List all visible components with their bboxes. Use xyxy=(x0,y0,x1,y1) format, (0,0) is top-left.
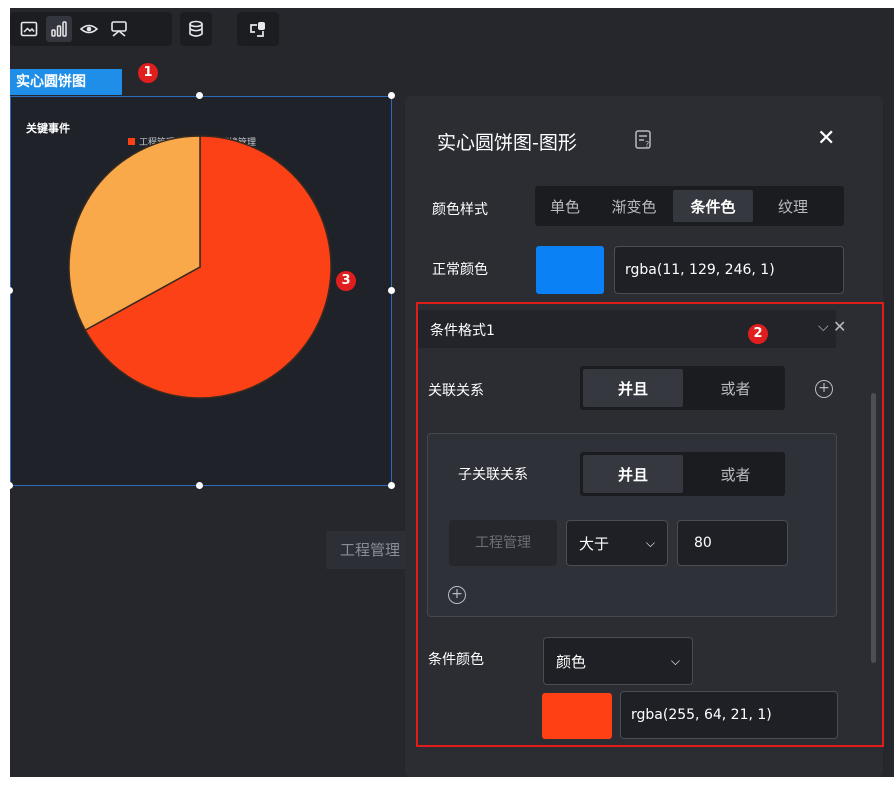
resize-handle[interactable] xyxy=(196,92,203,99)
normal-color-label: 正常颜色 xyxy=(432,262,488,278)
normal-color-input[interactable]: rgba(11, 129, 246, 1) xyxy=(614,246,844,294)
close-panel-icon[interactable]: ✕ xyxy=(817,126,835,151)
svg-text:?: ? xyxy=(645,140,649,149)
annotation-marker-3: 3 xyxy=(336,271,356,291)
color-style-segmented[interactable]: 单色 渐变色 条件色 纹理 xyxy=(535,186,844,226)
pie-chart xyxy=(68,135,332,399)
bar-chart-icon[interactable] xyxy=(46,16,72,42)
eye-icon[interactable] xyxy=(76,16,102,42)
component-name-tag[interactable]: 实心圆饼图 xyxy=(10,69,122,95)
normal-color-swatch[interactable] xyxy=(536,246,604,294)
pie-chart-component[interactable]: 关键事件 工程管理 环境管理 xyxy=(10,96,392,486)
toolbar-group-data xyxy=(180,12,212,46)
resize-handle[interactable] xyxy=(388,287,395,294)
database-icon[interactable] xyxy=(183,16,209,42)
color-style-option-2[interactable]: 条件色 xyxy=(673,190,753,222)
annotation-highlight-box xyxy=(416,302,884,747)
resize-handle[interactable] xyxy=(10,482,13,489)
annotation-marker-2: 2 xyxy=(748,324,768,344)
color-style-option-3[interactable]: 纹理 xyxy=(753,186,833,226)
resize-handle[interactable] xyxy=(388,482,395,489)
color-style-label: 颜色样式 xyxy=(432,202,488,218)
panel-title: 实心圆饼图-图形 xyxy=(437,132,577,154)
doc-help-icon[interactable]: ? xyxy=(635,130,653,154)
comment-icon[interactable] xyxy=(106,16,132,42)
canvas-stage: 实心圆饼图 1 关键事件 工程管理 环境管理 3 工程管理 实心圆饼图-图形 ?… xyxy=(10,8,894,777)
color-style-option-0[interactable]: 单色 xyxy=(535,186,595,226)
image-icon[interactable] xyxy=(16,16,42,42)
resize-handle[interactable] xyxy=(196,482,203,489)
color-style-option-1[interactable]: 渐变色 xyxy=(595,186,673,226)
annotation-marker-1: 1 xyxy=(138,63,158,83)
toolbar-group-link xyxy=(237,12,279,46)
resize-handle[interactable] xyxy=(388,92,395,99)
link-icon[interactable] xyxy=(245,16,271,42)
toolbar-group-charts xyxy=(10,12,172,46)
